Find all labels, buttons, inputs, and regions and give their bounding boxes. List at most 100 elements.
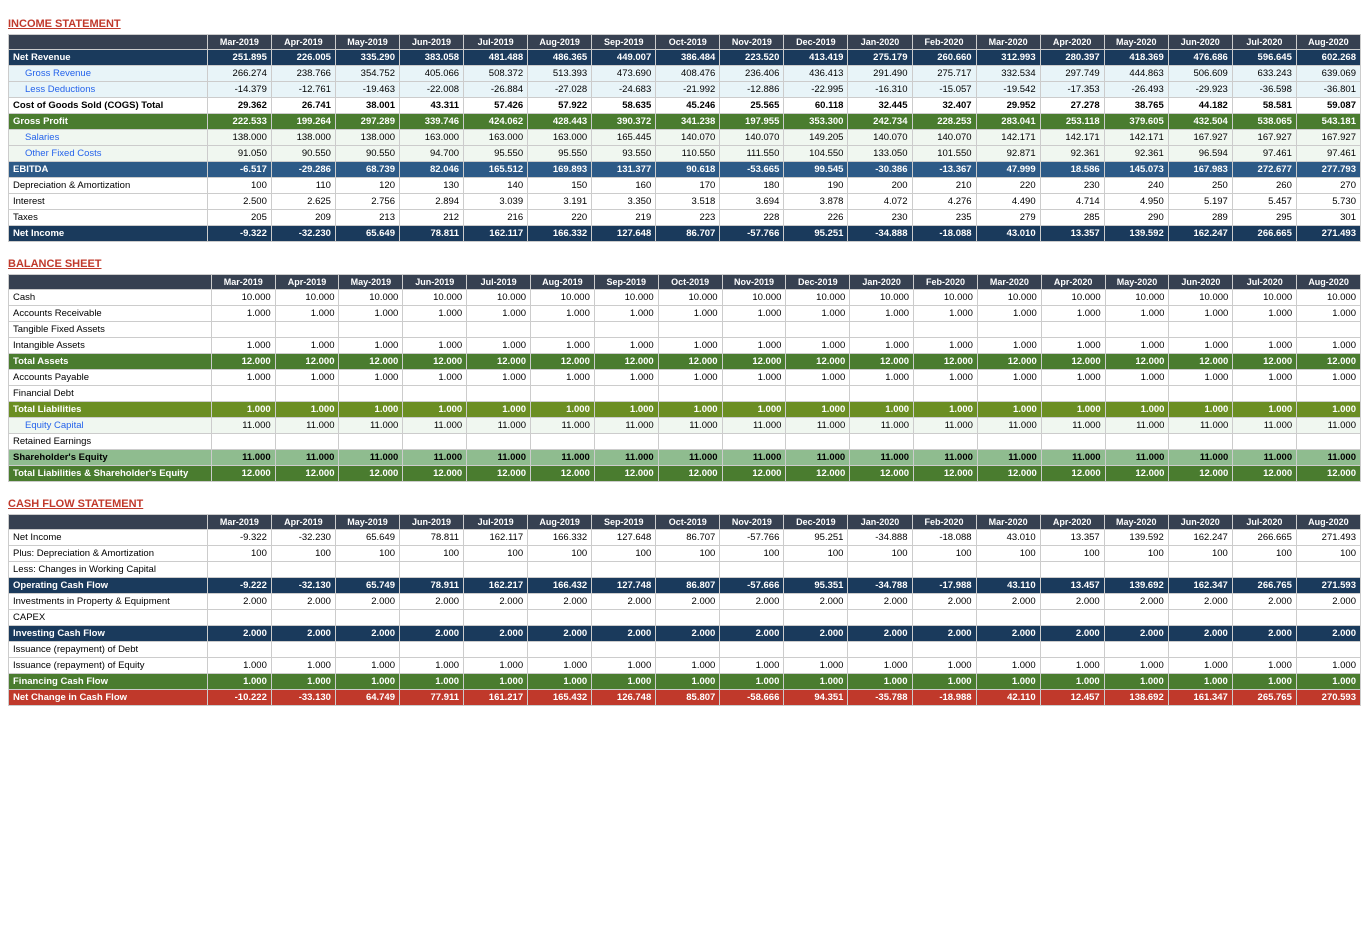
- cell-value: 59.087: [1296, 98, 1360, 114]
- cell-value: 100: [976, 546, 1040, 562]
- cell-value: [211, 386, 275, 402]
- cell-value: -9.322: [207, 530, 271, 546]
- cell-value: 266.274: [207, 66, 271, 82]
- cell-value: 12.000: [1169, 466, 1233, 482]
- income-header-row: Mar-2019Apr-2019May-2019Jun-2019Jul-2019…: [9, 35, 1361, 50]
- cell-value: 3.878: [784, 194, 848, 210]
- cell-value: 228.253: [912, 114, 976, 130]
- cell-value: 379.605: [1104, 114, 1168, 130]
- cell-value: 216: [464, 210, 528, 226]
- cell-value: 12.000: [403, 466, 467, 482]
- cell-value: 65.749: [335, 578, 399, 594]
- cell-value: 3.694: [720, 194, 784, 210]
- cell-value: 1.000: [275, 402, 339, 418]
- cell-value: 1.000: [528, 658, 592, 674]
- cell-value: 1.000: [1105, 306, 1169, 322]
- row-label: Taxes: [9, 210, 208, 226]
- cell-value: -29.923: [1168, 82, 1232, 98]
- cell-value: 2.000: [207, 626, 271, 642]
- col-header-Aug-2020: Aug-2020: [1296, 35, 1360, 50]
- cell-value: [271, 562, 335, 578]
- cell-value: 163.000: [400, 130, 464, 146]
- cell-value: 270.593: [1296, 690, 1360, 706]
- row-label: Financial Debt: [9, 386, 212, 402]
- cell-value: 11.000: [786, 450, 850, 466]
- cell-value: [1041, 322, 1105, 338]
- cell-value: [592, 642, 656, 658]
- cell-value: [339, 434, 403, 450]
- cell-value: 140.070: [656, 130, 720, 146]
- cell-value: 436.413: [784, 66, 848, 82]
- cell-value: 1.000: [1169, 402, 1233, 418]
- cell-value: [400, 642, 464, 658]
- col-header-Mar-2020: Mar-2020: [976, 515, 1040, 530]
- cell-value: 163.000: [464, 130, 528, 146]
- row-label: Shareholder's Equity: [9, 450, 212, 466]
- cell-value: 1.000: [850, 306, 914, 322]
- cell-value: [977, 322, 1041, 338]
- cell-value: 1.000: [977, 402, 1041, 418]
- cell-value: [977, 386, 1041, 402]
- cell-value: 506.609: [1168, 66, 1232, 82]
- cell-value: 1.000: [1233, 402, 1297, 418]
- cell-value: 1.000: [403, 402, 467, 418]
- cell-value: 271.493: [1296, 530, 1360, 546]
- col-label-header: [9, 35, 208, 50]
- cell-value: 104.550: [784, 146, 848, 162]
- cell-value: 96.594: [1168, 146, 1232, 162]
- row-label: Equity Capital: [9, 418, 212, 434]
- cell-value: 3.191: [528, 194, 592, 210]
- table-row: Operating Cash Flow-9.222-32.13065.74978…: [9, 578, 1361, 594]
- row-label: EBITDA: [9, 162, 208, 178]
- cell-value: [976, 610, 1040, 626]
- cell-value: 12.000: [1105, 354, 1169, 370]
- cell-value: 1.000: [1041, 306, 1105, 322]
- cell-value: 10.000: [531, 290, 595, 306]
- cell-value: 2.000: [271, 594, 335, 610]
- col-header-Nov-2019: Nov-2019: [720, 35, 784, 50]
- cell-value: 12.000: [531, 354, 595, 370]
- col-header-Dec-2019: Dec-2019: [786, 275, 850, 290]
- cell-value: 10.000: [914, 290, 978, 306]
- col-header-Jun-2020: Jun-2020: [1168, 35, 1232, 50]
- cell-value: [850, 322, 914, 338]
- cell-value: 10.000: [594, 290, 658, 306]
- cell-value: -18.088: [912, 530, 976, 546]
- cell-value: 78.811: [400, 226, 464, 242]
- col-header-Oct-2019: Oct-2019: [658, 275, 722, 290]
- cell-value: 1.000: [403, 370, 467, 386]
- cell-value: 12.000: [658, 466, 722, 482]
- row-label: Net Income: [9, 530, 208, 546]
- cell-value: -17.988: [912, 578, 976, 594]
- cell-value: 1.000: [658, 370, 722, 386]
- table-row: Intangible Assets1.0001.0001.0001.0001.0…: [9, 338, 1361, 354]
- cell-value: 139.592: [1104, 530, 1168, 546]
- cell-value: 43.010: [976, 530, 1040, 546]
- cell-value: 78.911: [400, 578, 464, 594]
- cell-value: 11.000: [1041, 450, 1105, 466]
- cell-value: 12.000: [275, 354, 339, 370]
- cell-value: 1.000: [464, 674, 528, 690]
- cell-value: 353.300: [784, 114, 848, 130]
- col-label-header: [9, 275, 212, 290]
- cell-value: 161.347: [1168, 690, 1232, 706]
- row-label: Operating Cash Flow: [9, 578, 208, 594]
- cell-value: [1105, 386, 1169, 402]
- cell-value: 100: [335, 546, 399, 562]
- cell-value: 226: [784, 210, 848, 226]
- cell-value: 100: [848, 546, 912, 562]
- cell-value: -34.788: [848, 578, 912, 594]
- cell-value: 1.000: [976, 658, 1040, 674]
- cell-value: 290: [1104, 210, 1168, 226]
- cell-value: 165.445: [592, 130, 656, 146]
- cell-value: 205: [207, 210, 271, 226]
- cell-value: 341.238: [656, 114, 720, 130]
- cell-value: [722, 322, 786, 338]
- row-label: Salaries: [9, 130, 208, 146]
- cell-value: 140.070: [720, 130, 784, 146]
- col-header-Jun-2020: Jun-2020: [1169, 275, 1233, 290]
- income-statement-title: INCOME STATEMENT: [8, 18, 1361, 30]
- cell-value: [339, 386, 403, 402]
- cell-value: 1.000: [1105, 402, 1169, 418]
- cell-value: 167.927: [1168, 130, 1232, 146]
